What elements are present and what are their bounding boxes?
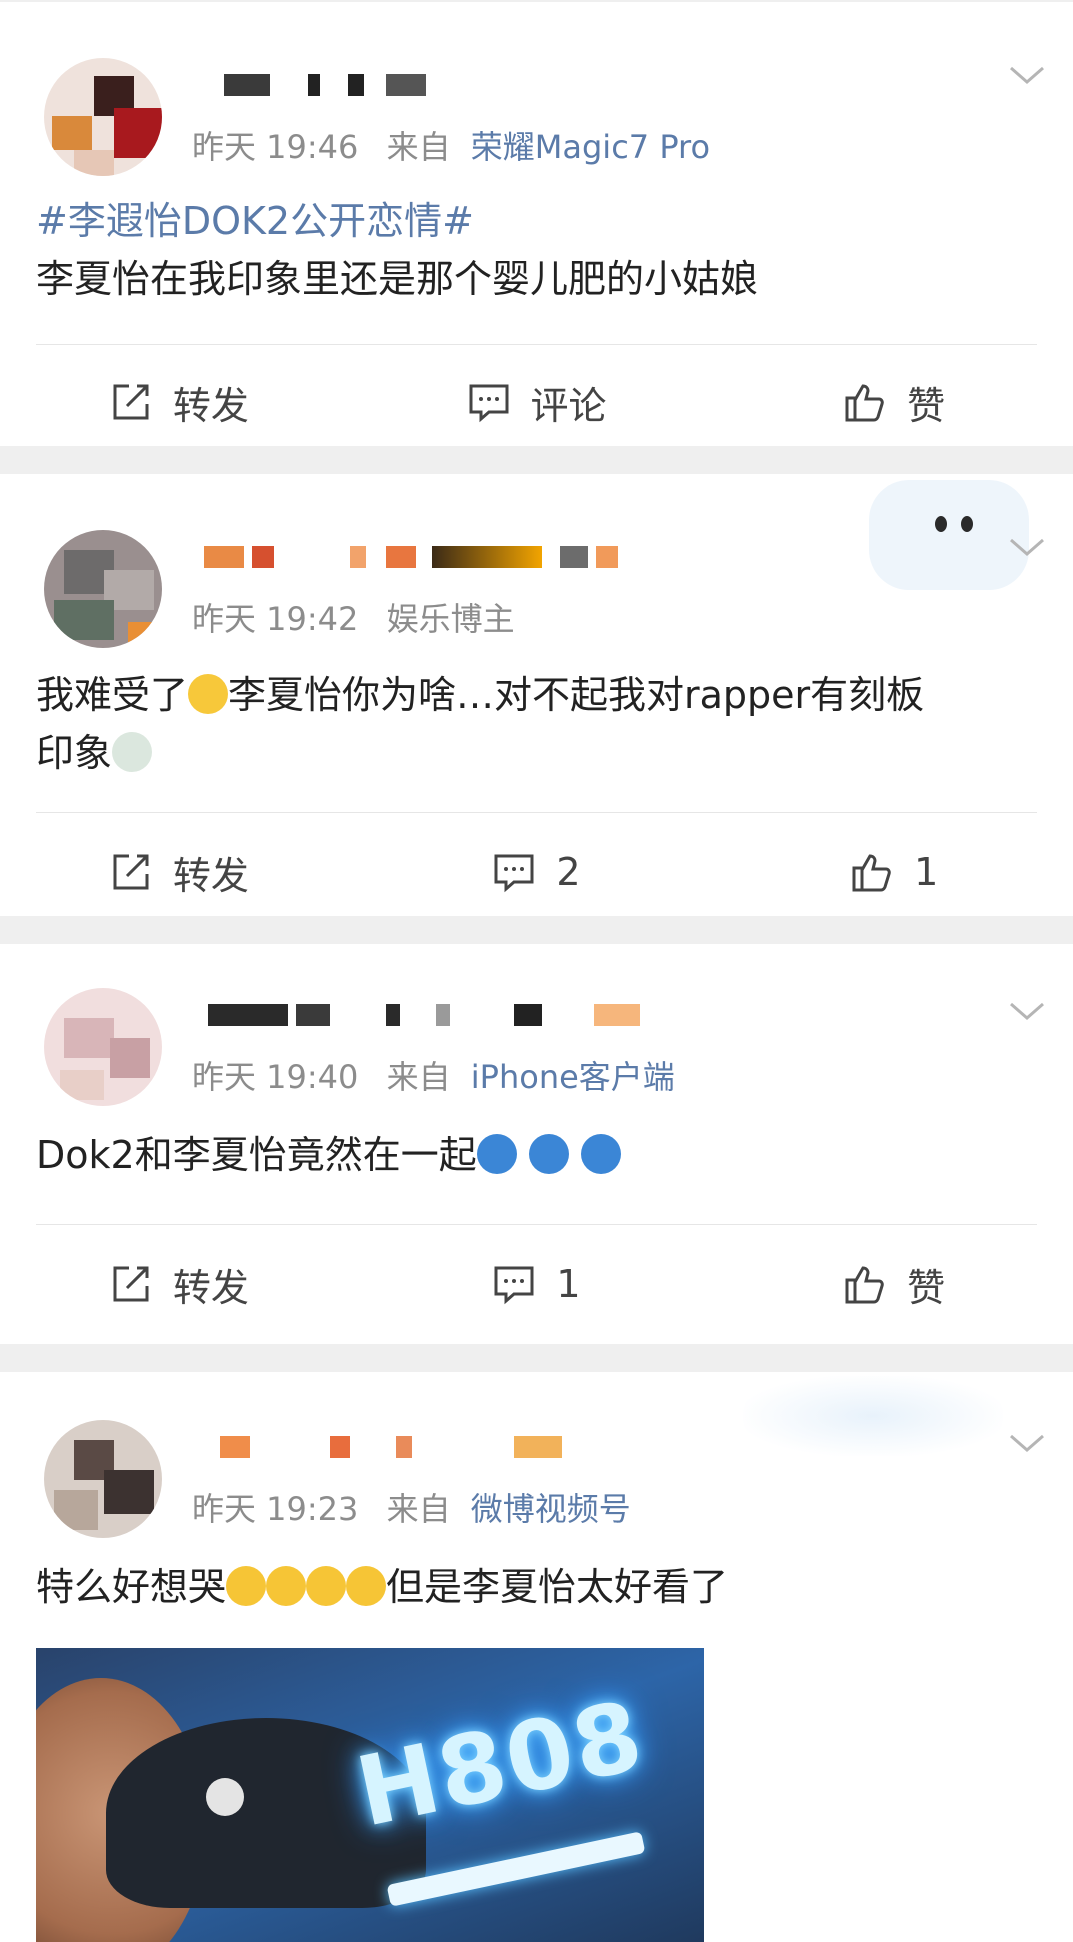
post-meta: 昨天 19:23 来自 微博视频号 bbox=[192, 1484, 631, 1530]
loudly-crying-face-emoji bbox=[226, 1566, 267, 1606]
comment-count: 2 bbox=[556, 850, 581, 894]
post-image[interactable]: H808 bbox=[36, 1648, 704, 1942]
divider bbox=[36, 812, 1037, 813]
source-prefix: 来自 bbox=[386, 1058, 451, 1096]
chevron-down-icon[interactable] bbox=[1007, 64, 1047, 88]
profile-cloud-decoration bbox=[743, 1376, 1003, 1456]
avatar[interactable] bbox=[44, 58, 162, 176]
chevron-down-icon[interactable] bbox=[1007, 536, 1047, 560]
post-card[interactable]: 昨天 19:46 来自 荣耀Magic7 Pro #李遐怡DOK2公开恋情# 李… bbox=[0, 2, 1073, 446]
persevering-face-emoji bbox=[188, 674, 229, 714]
doraemon-face-emoji bbox=[580, 1134, 621, 1174]
post-text: #李遐怡DOK2公开恋情# 李夏怡在我印象里还是那个婴儿肥的小姑娘 bbox=[36, 192, 1036, 308]
comment-icon bbox=[494, 1266, 534, 1305]
post-source[interactable]: 荣耀Magic7 Pro bbox=[471, 128, 710, 166]
repost-label: 转发 bbox=[172, 853, 249, 898]
post-text: 我难受了 李夏怡你为啥…对不起我对rapper有刻板 印象 bbox=[36, 666, 1036, 782]
avatar[interactable] bbox=[44, 1420, 162, 1538]
chevron-down-icon[interactable] bbox=[1007, 1000, 1047, 1024]
topic-link[interactable]: #李遐怡DOK2公开恋情# bbox=[36, 192, 1036, 250]
repost-icon bbox=[113, 854, 149, 890]
post-body-part: 李夏怡你为啥…对不起我对rapper有刻板 bbox=[228, 673, 925, 717]
doraemon-face-emoji bbox=[528, 1134, 569, 1174]
profile-sticker-decoration bbox=[869, 480, 1029, 590]
avatar[interactable] bbox=[44, 530, 162, 648]
loudly-crying-face-emoji bbox=[266, 1566, 307, 1606]
neon-sign-text: H808 bbox=[347, 1679, 654, 1849]
post-body: 李夏怡在我印象里还是那个婴儿肥的小姑娘 bbox=[36, 257, 759, 301]
username-blurred[interactable] bbox=[200, 1436, 562, 1470]
post-source[interactable]: iPhone客户端 bbox=[471, 1058, 675, 1096]
source-prefix: 来自 bbox=[386, 128, 451, 166]
repost-icon bbox=[113, 1266, 149, 1302]
cap-flower-logo bbox=[206, 1778, 244, 1816]
loudly-crying-face-emoji bbox=[306, 1566, 347, 1606]
post-text: 特么好想哭 但是李夏怡太好看了 bbox=[36, 1558, 1036, 1616]
comment-button[interactable]: 1 bbox=[358, 1254, 716, 1314]
post-text: Dok2和李夏怡竟然在一起 bbox=[36, 1126, 1036, 1184]
repost-label: 转发 bbox=[172, 383, 249, 428]
weibo-feed: 昨天 19:46 来自 荣耀Magic7 Pro #李遐怡DOK2公开恋情# 李… bbox=[0, 2, 1073, 1942]
like-label: 赞 bbox=[907, 1265, 946, 1310]
user-badge: 娱乐博主 bbox=[386, 600, 515, 638]
avatar[interactable] bbox=[44, 988, 162, 1106]
drooling-face-emoji bbox=[112, 732, 153, 772]
action-bar: 转发 评论 赞 bbox=[0, 372, 1073, 432]
post-source[interactable]: 微博视频号 bbox=[471, 1490, 631, 1528]
action-bar: 转发 2 1 bbox=[0, 842, 1073, 902]
like-button[interactable]: 1 bbox=[715, 842, 1073, 902]
like-label: 赞 bbox=[907, 383, 946, 428]
post-body-part: 特么好想哭 bbox=[36, 1565, 227, 1609]
post-time: 昨天 19:46 bbox=[192, 128, 359, 166]
comment-count: 1 bbox=[556, 1262, 581, 1306]
post-card[interactable]: 昨天 19:40 来自 iPhone客户端 Dok2和李夏怡竟然在一起 转发 1… bbox=[0, 944, 1073, 1344]
post-time: 昨天 19:23 bbox=[192, 1490, 359, 1528]
divider bbox=[36, 1224, 1037, 1225]
source-prefix: 来自 bbox=[386, 1490, 451, 1528]
like-icon bbox=[845, 384, 884, 422]
post-meta: 昨天 19:40 来自 iPhone客户端 bbox=[192, 1052, 675, 1098]
post-card[interactable]: 昨天 19:42 娱乐博主 我难受了 李夏怡你为啥…对不起我对rapper有刻板 … bbox=[0, 474, 1073, 916]
comment-icon bbox=[494, 854, 534, 893]
post-body-part: 我难受了 bbox=[36, 673, 189, 717]
post-meta: 昨天 19:46 来自 荣耀Magic7 Pro bbox=[192, 122, 710, 168]
action-bar: 转发 1 赞 bbox=[0, 1254, 1073, 1314]
doraemon-face-emoji bbox=[476, 1134, 517, 1174]
chevron-down-icon[interactable] bbox=[1007, 1432, 1047, 1456]
post-time: 昨天 19:42 bbox=[192, 600, 359, 638]
repost-button[interactable]: 转发 bbox=[0, 842, 358, 902]
loudly-crying-face-emoji bbox=[346, 1566, 387, 1606]
username-blurred[interactable] bbox=[200, 74, 560, 108]
like-icon bbox=[845, 1266, 884, 1304]
post-time: 昨天 19:40 bbox=[192, 1058, 359, 1096]
comment-button[interactable]: 评论 bbox=[358, 372, 716, 432]
username-blurred[interactable] bbox=[200, 546, 618, 580]
post-card[interactable]: 昨天 19:23 来自 微博视频号 特么好想哭 但是李夏怡太好看了 H808 bbox=[0, 1372, 1073, 1942]
comment-button[interactable]: 2 bbox=[358, 842, 716, 902]
like-button[interactable]: 赞 bbox=[715, 372, 1073, 432]
username-blurred[interactable] bbox=[200, 1004, 640, 1038]
post-meta: 昨天 19:42 娱乐博主 bbox=[192, 594, 515, 640]
comment-label: 评论 bbox=[530, 383, 607, 428]
like-button[interactable]: 赞 bbox=[715, 1254, 1073, 1314]
like-count: 1 bbox=[914, 850, 939, 894]
divider bbox=[36, 344, 1037, 345]
post-body: Dok2和李夏怡竟然在一起 bbox=[36, 1133, 477, 1177]
repost-icon bbox=[113, 384, 149, 420]
repost-button[interactable]: 转发 bbox=[0, 1254, 358, 1314]
repost-button[interactable]: 转发 bbox=[0, 372, 358, 432]
post-body-part: 印象 bbox=[36, 731, 113, 775]
comment-icon bbox=[469, 384, 508, 423]
like-icon bbox=[852, 854, 891, 892]
post-body-part: 但是李夏怡太好看了 bbox=[386, 1565, 729, 1609]
repost-label: 转发 bbox=[172, 1265, 249, 1310]
